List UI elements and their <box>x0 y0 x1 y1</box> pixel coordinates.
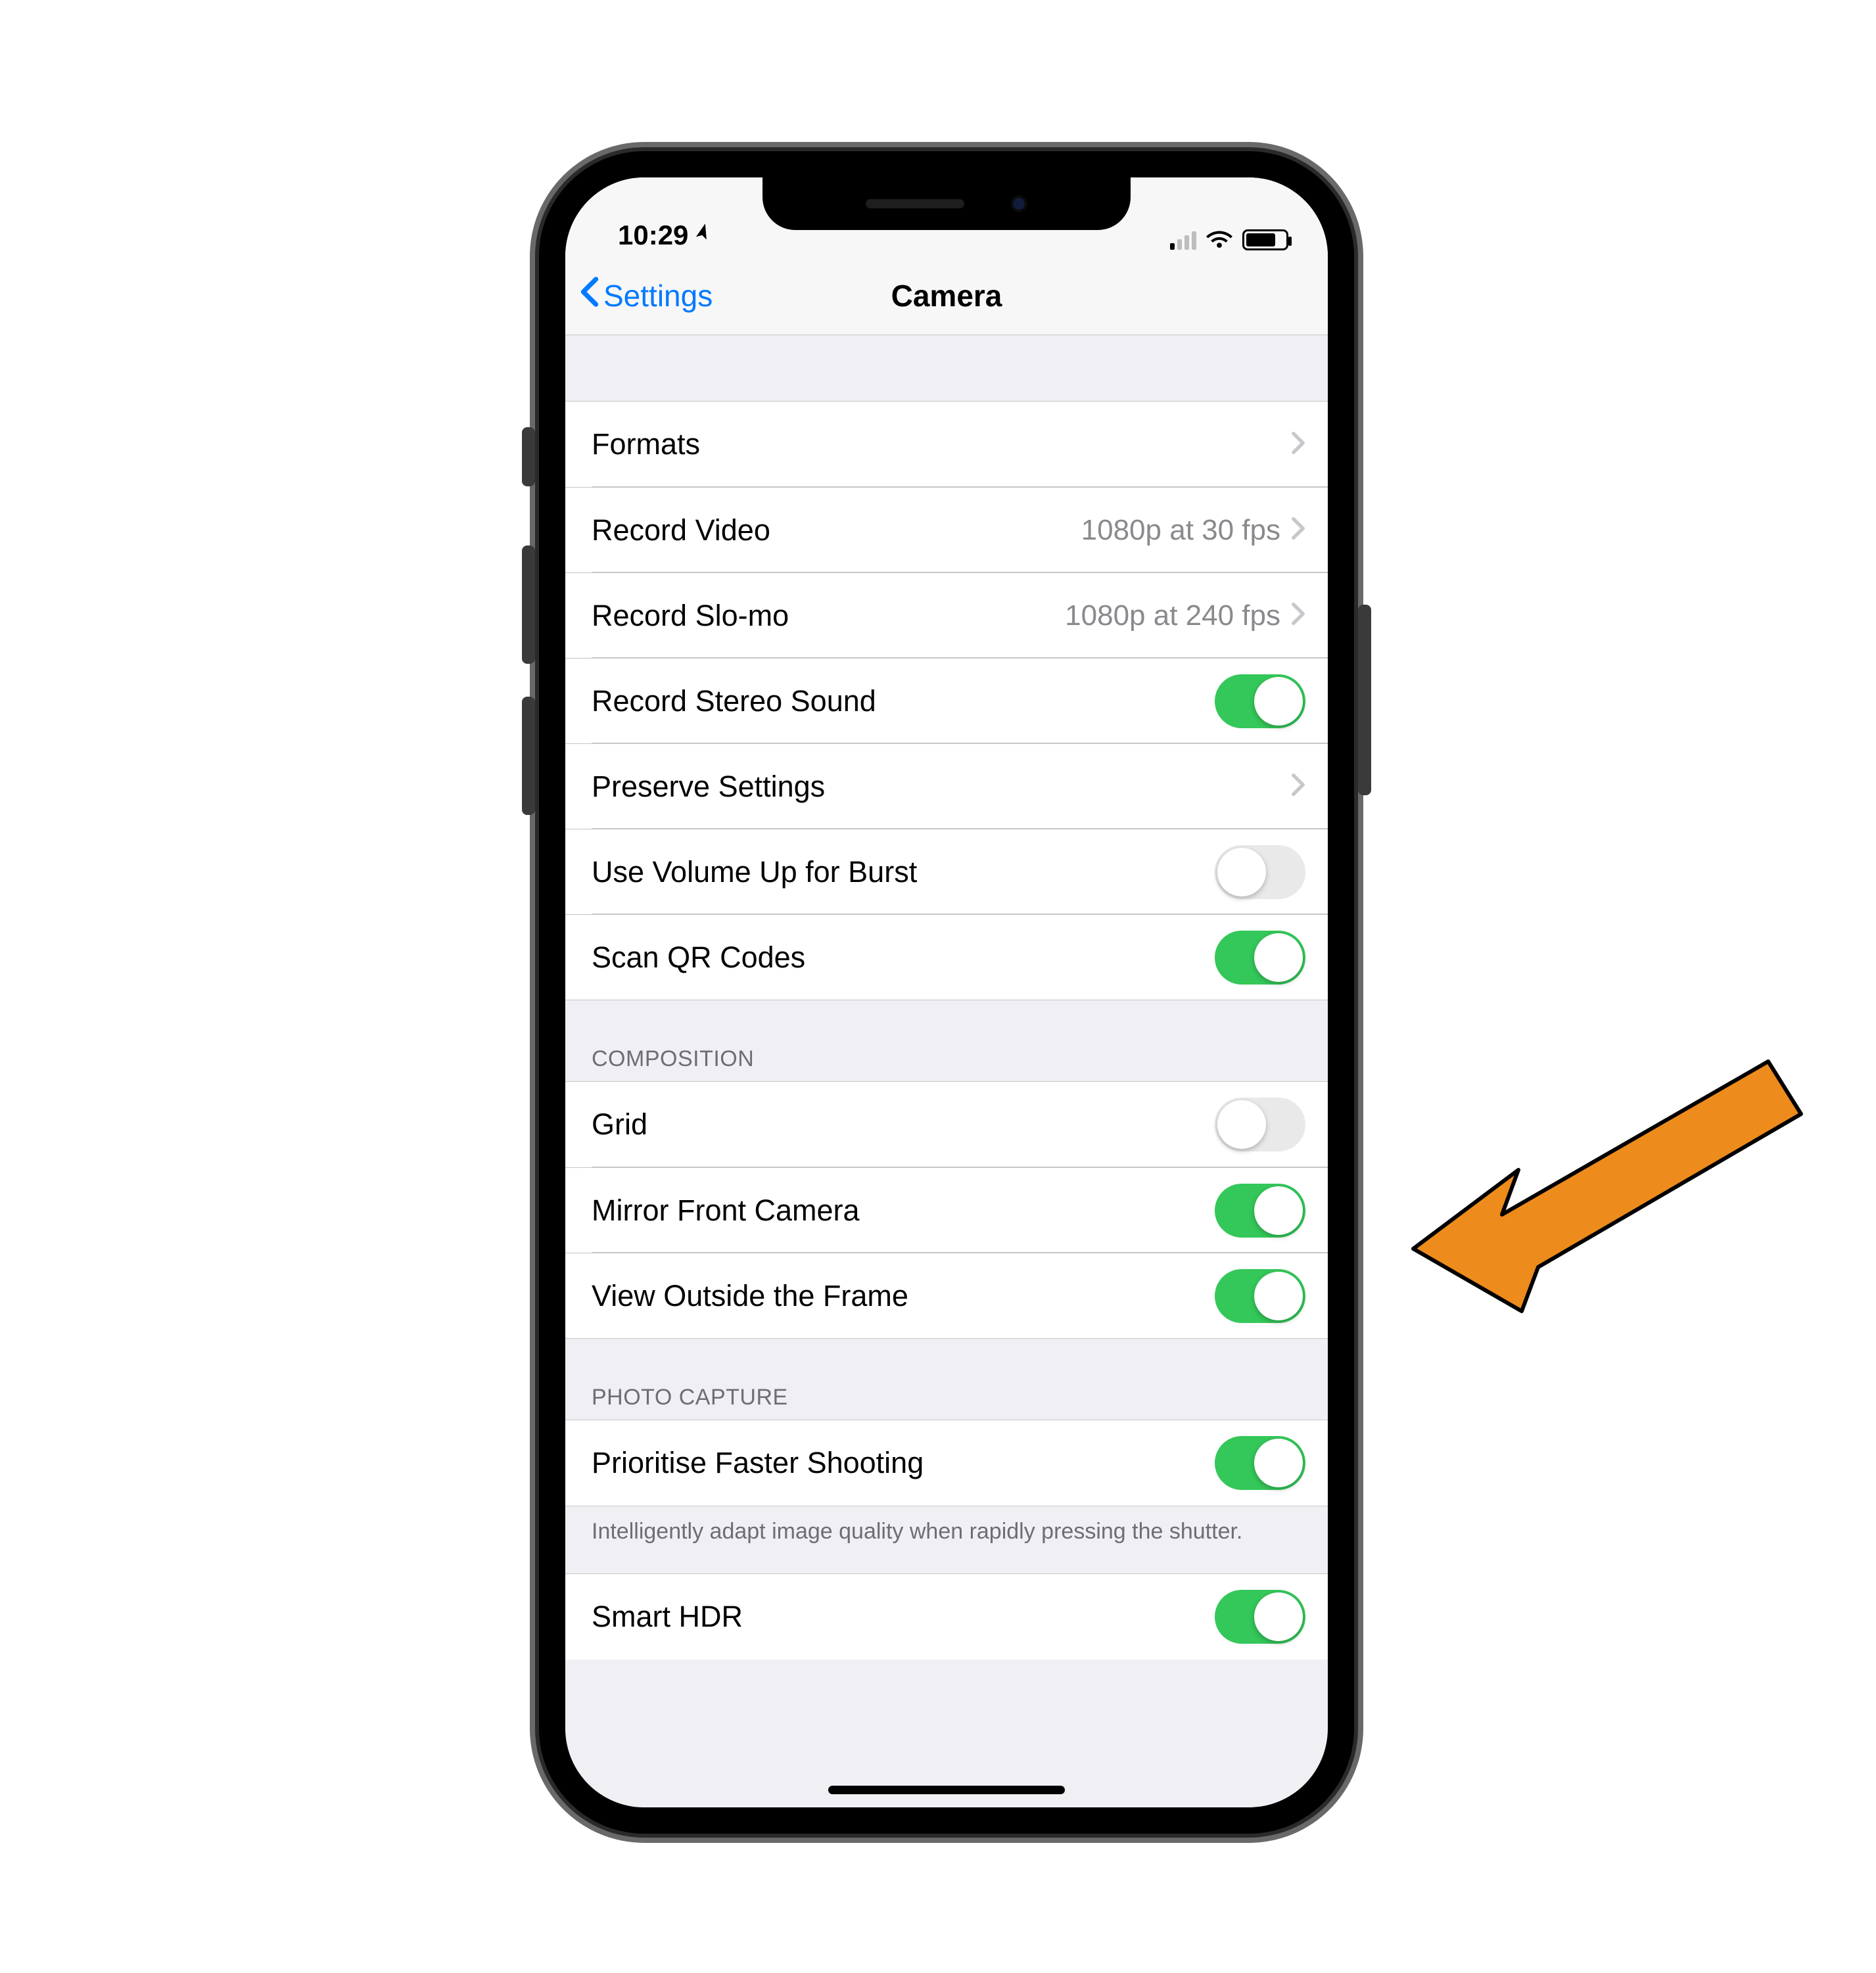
row-formats-label: Formats <box>592 427 700 461</box>
chevron-right-icon <box>1291 602 1305 629</box>
section-footer-photo-capture: Intelligently adapt image quality when r… <box>565 1506 1328 1573</box>
row-preserve-settings-label: Preserve Settings <box>592 770 825 804</box>
side-power-button <box>1358 605 1371 795</box>
section-spacer <box>565 335 1328 401</box>
smart-hdr-toggle[interactable] <box>1215 1590 1305 1644</box>
row-record-video[interactable]: Record Video 1080p at 30 fps <box>565 487 1328 572</box>
row-formats[interactable]: Formats <box>565 402 1328 487</box>
annotation-arrow-icon <box>1400 1038 1808 1314</box>
row-record-video-detail: 1080p at 30 fps <box>1081 514 1280 547</box>
row-prioritise-faster-shooting: Prioritise Faster Shooting <box>565 1420 1328 1506</box>
location-icon <box>690 220 718 250</box>
row-mirror-front-camera: Mirror Front Camera <box>565 1167 1328 1253</box>
wifi-icon <box>1206 228 1233 251</box>
row-mirror-front-camera-label: Mirror Front Camera <box>592 1194 860 1228</box>
group-composition: Grid Mirror Front Camera View Outside the … <box>565 1081 1328 1339</box>
row-record-video-label: Record Video <box>592 513 770 547</box>
row-scan-qr-codes-label: Scan QR Codes <box>592 940 805 975</box>
row-record-slo-mo-label: Record Slo-mo <box>592 599 789 633</box>
home-indicator[interactable] <box>828 1786 1065 1794</box>
cellular-signal-icon <box>1170 230 1196 250</box>
mirror-front-camera-toggle[interactable] <box>1215 1184 1305 1238</box>
row-use-volume-up-for-burst: Use Volume Up for Burst <box>565 829 1328 914</box>
row-smart-hdr-label: Smart HDR <box>592 1600 743 1634</box>
grid-toggle[interactable] <box>1215 1098 1305 1151</box>
view-outside-the-frame-toggle[interactable] <box>1215 1269 1305 1323</box>
prioritise-faster-shooting-toggle[interactable] <box>1215 1436 1305 1490</box>
battery-icon <box>1242 229 1288 250</box>
settings-content[interactable]: FormatsRecord Video1080p at 30 fpsRecord… <box>565 335 1328 1807</box>
chevron-right-icon <box>1291 773 1305 800</box>
row-grid: Grid <box>565 1082 1328 1167</box>
volume-up-button <box>522 545 535 664</box>
notch <box>762 177 1131 230</box>
chevron-left-icon <box>578 276 601 315</box>
nav-title: Camera <box>891 278 1002 313</box>
row-view-outside-the-frame-label: View Outside the Frame <box>592 1279 908 1313</box>
row-smart-hdr: Smart HDR <box>565 1574 1328 1660</box>
row-record-stereo-sound-label: Record Stereo Sound <box>592 684 876 718</box>
row-view-outside-the-frame: View Outside the Frame <box>565 1253 1328 1338</box>
row-use-volume-up-for-burst-label: Use Volume Up for Burst <box>592 855 917 889</box>
volume-down-button <box>522 697 535 815</box>
speaker-grille <box>866 199 964 208</box>
silence-switch <box>522 427 535 486</box>
row-record-slo-mo-detail: 1080p at 240 fps <box>1065 599 1280 632</box>
chevron-right-icon <box>1291 431 1305 458</box>
scan-qr-codes-toggle[interactable] <box>1215 931 1305 985</box>
nav-bar: Settings Camera <box>565 256 1328 335</box>
group-hdr: Smart HDR <box>565 1573 1328 1660</box>
row-record-stereo-sound: Record Stereo Sound <box>565 658 1328 743</box>
section-header-composition: COMPOSITION <box>565 1000 1328 1081</box>
section-header-photo-capture: PHOTO CAPTURE <box>565 1339 1328 1420</box>
chevron-right-icon <box>1291 517 1305 544</box>
record-stereo-sound-toggle[interactable] <box>1215 674 1305 728</box>
group-photo-capture: Prioritise Faster Shooting <box>565 1420 1328 1506</box>
screen: 10:29 Settings <box>565 177 1328 1807</box>
row-record-slo-mo[interactable]: Record Slo-mo 1080p at 240 fps <box>565 572 1328 658</box>
back-button[interactable]: Settings <box>578 276 713 315</box>
row-prioritise-faster-shooting-label: Prioritise Faster Shooting <box>592 1446 924 1480</box>
row-grid-label: Grid <box>592 1107 647 1142</box>
front-camera-dot <box>1010 195 1027 212</box>
row-scan-qr-codes: Scan QR Codes <box>565 914 1328 1000</box>
row-preserve-settings[interactable]: Preserve Settings <box>565 743 1328 829</box>
use-volume-up-for-burst-toggle[interactable] <box>1215 845 1305 899</box>
status-time: 10:29 <box>618 220 688 251</box>
phone-device-frame: 10:29 Settings <box>539 151 1354 1834</box>
group-general: FormatsRecord Video1080p at 30 fpsRecord… <box>565 401 1328 1000</box>
back-button-label: Settings <box>603 278 713 313</box>
